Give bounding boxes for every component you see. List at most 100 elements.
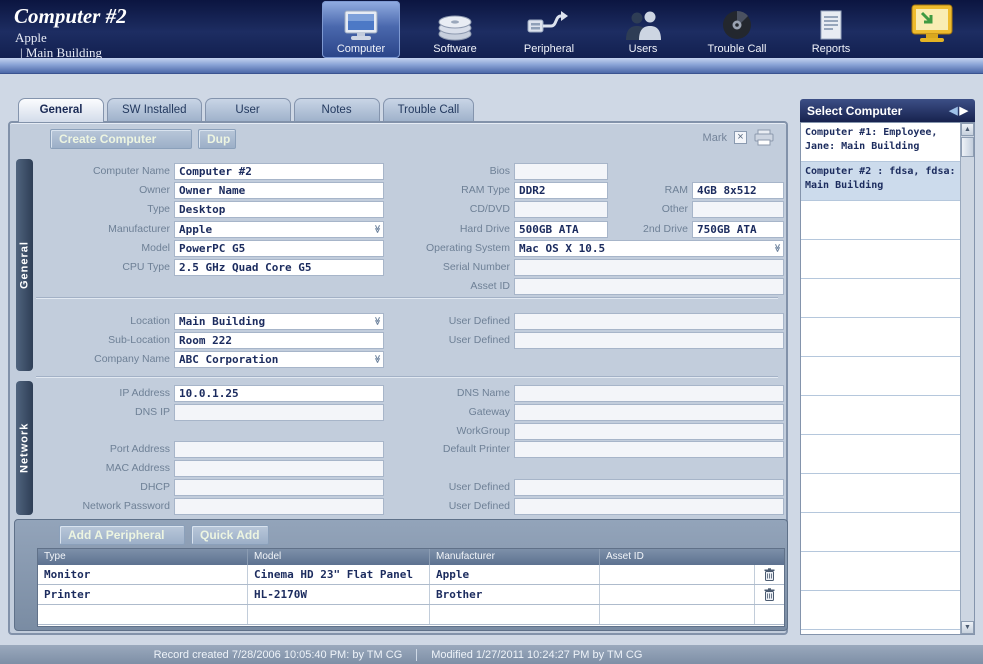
dropdown-chevron-icon[interactable]: ≫ xyxy=(772,244,782,252)
general-user-defined-1-field[interactable] xyxy=(514,313,784,330)
cd-dvd-field[interactable] xyxy=(514,201,608,218)
location-field[interactable]: Main Building≫ xyxy=(174,313,384,330)
default-printer-label: Default Printer xyxy=(414,441,510,458)
mark-checkbox[interactable]: × xyxy=(734,131,747,144)
ram-field[interactable]: 4GB 8x512 xyxy=(692,182,784,199)
list-item-selected[interactable]: Computer #2 : fdsa, fdsa: Main Building xyxy=(801,162,960,201)
table-row-empty[interactable] xyxy=(38,605,784,625)
type-field[interactable]: Desktop xyxy=(174,201,384,218)
cpu-type-label: CPU Type xyxy=(40,259,170,276)
owner-field[interactable]: Owner Name xyxy=(174,182,384,199)
mac-address-field[interactable] xyxy=(174,460,384,477)
list-item-empty[interactable] xyxy=(801,552,960,591)
ip-address-field[interactable]: 10.0.1.25 xyxy=(174,385,384,402)
header: Computer #2 Apple | Main Building Comput… xyxy=(0,0,983,58)
network-user-defined-2-field[interactable] xyxy=(514,498,784,515)
list-item-empty[interactable] xyxy=(801,318,960,357)
dns-ip-label: DNS IP xyxy=(40,404,170,421)
scroll-down-icon[interactable]: ▼ xyxy=(961,621,974,634)
cell-model: HL-2170W xyxy=(248,585,430,604)
list-item[interactable]: Computer #1: Employee, Jane: Main Buildi… xyxy=(801,123,960,162)
dup-button[interactable]: Dup xyxy=(198,129,236,149)
list-item-empty[interactable] xyxy=(801,474,960,513)
mark-label: Mark xyxy=(703,132,727,144)
previous-record-icon[interactable]: ◀ xyxy=(949,104,957,117)
nav-label: Software xyxy=(433,43,476,55)
company-name-field[interactable]: ABC Corporation≫ xyxy=(174,351,384,368)
record-detail-panel: Create Computer Dup Mark × General Netwo… xyxy=(8,121,788,635)
asset-id-field[interactable] xyxy=(514,278,784,295)
scroll-up-icon[interactable]: ▲ xyxy=(961,123,974,136)
operating-system-value: Mac OS X 10.5 xyxy=(519,242,605,255)
exit-computer-icon[interactable] xyxy=(909,4,955,53)
tab-general[interactable]: General xyxy=(18,98,104,122)
other-field[interactable] xyxy=(692,201,784,218)
list-item-empty[interactable] xyxy=(801,435,960,474)
add-peripheral-button[interactable]: Add A Peripheral xyxy=(59,525,185,545)
scrollbar[interactable]: ▲ ▼ xyxy=(960,123,974,634)
general-user-defined-2-field[interactable] xyxy=(514,332,784,349)
trash-cell xyxy=(754,585,784,604)
port-address-field[interactable] xyxy=(174,441,384,458)
list-item-empty[interactable] xyxy=(801,591,960,630)
delete-peripheral-icon[interactable] xyxy=(764,568,775,581)
print-icon[interactable] xyxy=(754,129,774,146)
tab-trouble-call[interactable]: Trouble Call xyxy=(383,98,475,121)
status-divider xyxy=(416,649,417,661)
bios-field[interactable] xyxy=(514,163,608,180)
next-record-icon[interactable]: ▶ xyxy=(960,104,968,117)
asset-id-label: Asset ID xyxy=(414,278,510,295)
list-item-empty[interactable] xyxy=(801,396,960,435)
list-item-empty[interactable] xyxy=(801,357,960,396)
sub-location-label: Sub-Location xyxy=(40,332,170,349)
column-header-model: Model xyxy=(248,549,430,565)
nav-item-software[interactable]: Software xyxy=(416,1,494,58)
second-drive-field[interactable]: 750GB ATA xyxy=(692,221,784,238)
list-item-empty[interactable] xyxy=(801,279,960,318)
network-user-defined-1-field[interactable] xyxy=(514,479,784,496)
nav-label: Reports xyxy=(812,43,851,55)
cpu-type-field[interactable]: 2.5 GHz Quad Core G5 xyxy=(174,259,384,276)
model-field[interactable]: PowerPC G5 xyxy=(174,240,384,257)
list-item-empty[interactable] xyxy=(801,240,960,279)
list-item-empty[interactable] xyxy=(801,201,960,240)
table-row[interactable]: Monitor Cinema HD 23" Flat Panel Apple xyxy=(38,565,784,585)
dns-name-field[interactable] xyxy=(514,385,784,402)
hard-drive-field[interactable]: 500GB ATA xyxy=(514,221,608,238)
computer-name-field[interactable]: Computer #2 xyxy=(174,163,384,180)
top-navigation: Computer Software Peripheral Users xyxy=(322,1,870,58)
dropdown-chevron-icon[interactable]: ≫ xyxy=(372,355,382,363)
operating-system-field[interactable]: Mac OS X 10.5 ≫ xyxy=(514,240,784,257)
list-item-empty[interactable] xyxy=(801,513,960,552)
scrollbar-thumb[interactable] xyxy=(961,137,974,157)
table-row[interactable]: Printer HL-2170W Brother xyxy=(38,585,784,605)
tab-sw-installed[interactable]: SW Installed xyxy=(107,98,202,121)
dhcp-field[interactable] xyxy=(174,479,384,496)
computer-list-rows: Computer #1: Employee, Jane: Main Buildi… xyxy=(801,123,960,634)
nav-item-peripheral[interactable]: Peripheral xyxy=(510,1,588,58)
workgroup-field[interactable] xyxy=(514,423,784,440)
tab-notes[interactable]: Notes xyxy=(294,98,380,121)
type-label: Type xyxy=(40,201,170,218)
create-computer-button[interactable]: Create Computer xyxy=(50,129,192,149)
gateway-field[interactable] xyxy=(514,404,784,421)
dropdown-chevron-icon[interactable]: ≫ xyxy=(372,317,382,325)
quick-add-button[interactable]: Quick Add xyxy=(191,525,269,545)
sub-location-field[interactable]: Room 222 xyxy=(174,332,384,349)
delete-peripheral-icon[interactable] xyxy=(764,588,775,601)
computer-list: Computer #1: Employee, Jane: Main Buildi… xyxy=(800,122,975,635)
serial-number-field[interactable] xyxy=(514,259,784,276)
tab-user[interactable]: User xyxy=(205,98,291,121)
nav-item-trouble-call[interactable]: Trouble Call xyxy=(698,1,776,58)
dropdown-chevron-icon[interactable]: ≫ xyxy=(372,225,382,233)
scrollbar-track[interactable] xyxy=(961,158,974,621)
nav-item-computer[interactable]: Computer xyxy=(322,1,400,58)
ram-type-field[interactable]: DDR2 xyxy=(514,182,608,199)
nav-item-reports[interactable]: Reports xyxy=(792,1,870,58)
hard-drive-label: Hard Drive xyxy=(414,221,510,238)
network-password-field[interactable] xyxy=(174,498,384,515)
manufacturer-field[interactable]: Apple≫ xyxy=(174,221,384,238)
dns-ip-field[interactable] xyxy=(174,404,384,421)
default-printer-field[interactable] xyxy=(514,441,784,458)
nav-item-users[interactable]: Users xyxy=(604,1,682,58)
